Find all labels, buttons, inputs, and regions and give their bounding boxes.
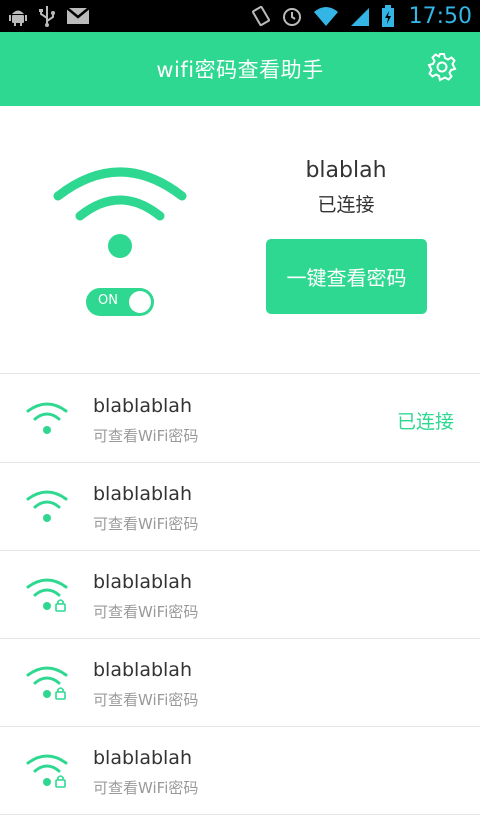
network-name: blablablah bbox=[93, 747, 192, 769]
network-name: blablablah bbox=[93, 395, 192, 417]
battery-charging-icon bbox=[381, 5, 395, 27]
status-left bbox=[8, 5, 90, 27]
network-name: blablablah bbox=[93, 483, 192, 505]
view-password-button[interactable]: 一键查看密码 bbox=[266, 239, 427, 314]
wifi-lock-icon bbox=[24, 575, 70, 619]
network-name: blablablah bbox=[93, 659, 192, 681]
current-network-name: blablah bbox=[305, 158, 387, 183]
network-list-item[interactable]: blablablah 可查看WiFi密码 已连接 bbox=[0, 375, 480, 463]
network-subtitle: 可查看WiFi密码 bbox=[93, 779, 199, 797]
network-name: blablablah bbox=[93, 571, 192, 593]
wifi-lock-icon bbox=[24, 663, 70, 707]
wifi-lock-icon bbox=[24, 751, 70, 795]
current-network-panel: ON blablah 已连接 一键查看密码 bbox=[0, 106, 480, 374]
android-debug-icon bbox=[8, 5, 28, 27]
network-list-item[interactable]: blablablah 可查看WiFi密码 bbox=[0, 551, 480, 639]
network-list-item[interactable]: blablablah 可查看WiFi密码 bbox=[0, 639, 480, 727]
network-list: blablablah 可查看WiFi密码 已连接 blablablah 可查看W… bbox=[0, 375, 480, 815]
wifi-icon bbox=[24, 487, 70, 531]
wifi-toggle[interactable]: ON bbox=[86, 288, 154, 316]
gmail-icon bbox=[66, 7, 90, 25]
network-connected-status: 已连接 bbox=[396, 411, 454, 433]
gear-icon bbox=[427, 52, 457, 86]
network-subtitle: 可查看WiFi密码 bbox=[93, 691, 199, 709]
usb-icon bbox=[38, 5, 56, 27]
status-bar: 17:50 bbox=[0, 0, 480, 32]
settings-button[interactable] bbox=[426, 53, 458, 85]
network-list-item[interactable]: blablablah 可查看WiFi密码 bbox=[0, 727, 480, 815]
wifi-icon bbox=[50, 166, 190, 270]
network-subtitle: 可查看WiFi密码 bbox=[93, 603, 199, 621]
network-list-item[interactable]: blablablah 可查看WiFi密码 bbox=[0, 463, 480, 551]
wifi-signal-icon bbox=[313, 6, 339, 26]
rotate-icon bbox=[251, 5, 271, 27]
toggle-label: ON bbox=[98, 293, 118, 308]
network-subtitle: 可查看WiFi密码 bbox=[93, 427, 199, 445]
wifi-icon bbox=[24, 399, 70, 443]
cell-signal-icon bbox=[349, 5, 371, 27]
toggle-knob bbox=[129, 291, 151, 313]
status-time: 17:50 bbox=[408, 3, 472, 29]
current-network-status: 已连接 bbox=[317, 194, 375, 216]
alarm-icon bbox=[281, 5, 303, 27]
page-title: wifi密码查看助手 bbox=[156, 58, 324, 82]
app-bar: wifi密码查看助手 bbox=[0, 32, 480, 106]
status-right: 17:50 bbox=[251, 4, 472, 29]
network-subtitle: 可查看WiFi密码 bbox=[93, 515, 199, 533]
